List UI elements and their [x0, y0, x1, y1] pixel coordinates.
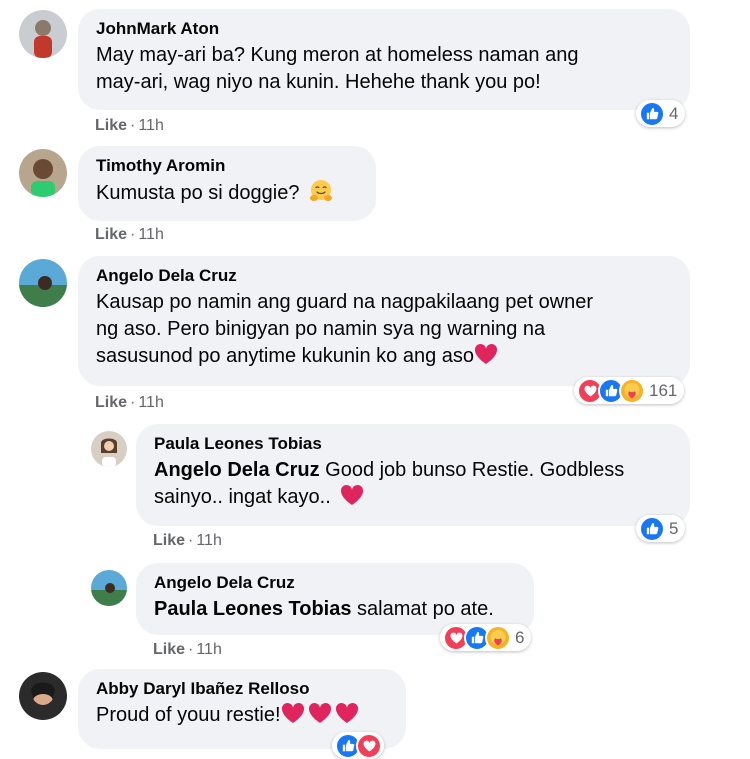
- like-link[interactable]: Like: [95, 117, 127, 134]
- timestamp[interactable]: 11h: [196, 641, 222, 658]
- comment-actions: Like · 11h: [95, 393, 164, 413]
- comment-author[interactable]: JohnMark Aton: [96, 18, 674, 40]
- separator: ·: [130, 226, 136, 243]
- like-reaction-icon: [639, 515, 665, 542]
- comment-text: Kausap po namin ang guard na nagpakilaan…: [96, 289, 674, 373]
- comment-bubble: JohnMark Aton May may-ari ba? Kung meron…: [78, 9, 690, 110]
- avatar[interactable]: [19, 672, 67, 720]
- separator: ·: [130, 394, 136, 411]
- reaction-count: 4: [669, 103, 679, 123]
- comment-bubble: Timothy Aromin Kumusta po si doggie?: [78, 146, 376, 221]
- reaction-summary[interactable]: 161: [574, 377, 685, 404]
- separator: ·: [188, 532, 194, 549]
- comment-text: May may-ari ba? Kung meron at homeless n…: [96, 44, 579, 93]
- like-link[interactable]: Like: [95, 394, 127, 411]
- reaction-count: 6: [515, 627, 525, 647]
- avatar[interactable]: [19, 259, 67, 307]
- red-heart-emoji: [335, 702, 359, 732]
- avatar[interactable]: [19, 10, 67, 58]
- comment-author[interactable]: Abby Daryl Ibañez Relloso: [96, 678, 390, 700]
- separator: ·: [188, 641, 194, 658]
- comment-text: Kumusta po si doggie?: [96, 179, 360, 211]
- comment-text: Proud of youu restie!: [96, 702, 390, 732]
- comment-text: Paula Leones Tobias salamat po ate.: [154, 598, 494, 620]
- comment-actions: Like · 11h: [153, 531, 222, 551]
- reaction-summary[interactable]: 6: [440, 624, 532, 651]
- red-heart-emoji: [474, 343, 498, 373]
- red-heart-emoji: [281, 702, 305, 732]
- like-link[interactable]: Like: [153, 641, 185, 658]
- avatar[interactable]: [91, 431, 127, 467]
- comment-text: Angelo Dela Cruz Good job bunso Restie. …: [154, 457, 674, 514]
- reaction-summary[interactable]: 5: [636, 515, 686, 542]
- timestamp[interactable]: 11h: [138, 226, 164, 243]
- timestamp[interactable]: 11h: [138, 117, 164, 134]
- mention-link[interactable]: Paula Leones Tobias: [154, 598, 351, 620]
- comment-actions: Like · 11h: [95, 116, 164, 136]
- comment-author[interactable]: Timothy Aromin: [96, 155, 360, 177]
- care-reaction-icon: [485, 624, 511, 651]
- like-reaction-icon: [639, 100, 665, 127]
- timestamp[interactable]: 11h: [196, 532, 222, 549]
- comment-author[interactable]: Angelo Dela Cruz: [154, 572, 518, 594]
- comment-actions: Like · 11h: [95, 225, 164, 245]
- separator: ·: [130, 117, 136, 134]
- comment-author[interactable]: Paula Leones Tobias: [154, 433, 674, 455]
- reaction-count: 161: [649, 380, 678, 400]
- reaction-count: 5: [669, 518, 679, 538]
- avatar[interactable]: [19, 149, 67, 197]
- timestamp[interactable]: 11h: [138, 394, 164, 411]
- hugging-face-emoji: [309, 179, 333, 211]
- love-reaction-icon: [356, 732, 382, 759]
- reaction-summary[interactable]: [332, 732, 384, 759]
- reaction-summary[interactable]: 4: [636, 100, 686, 127]
- care-reaction-icon: [619, 377, 645, 404]
- like-link[interactable]: Like: [153, 532, 185, 549]
- like-link[interactable]: Like: [95, 226, 127, 243]
- comment-bubble: Paula Leones Tobias Angelo Dela Cruz Goo…: [136, 424, 690, 526]
- comment-bubble: Angelo Dela Cruz Kausap po namin ang gua…: [78, 256, 690, 386]
- comment-actions: Like · 11h: [153, 640, 222, 660]
- comment-author[interactable]: Angelo Dela Cruz: [96, 265, 674, 287]
- avatar[interactable]: [91, 570, 127, 606]
- mention-link[interactable]: Angelo Dela Cruz: [154, 459, 320, 481]
- red-heart-emoji: [308, 702, 332, 732]
- red-heart-emoji: [340, 484, 364, 514]
